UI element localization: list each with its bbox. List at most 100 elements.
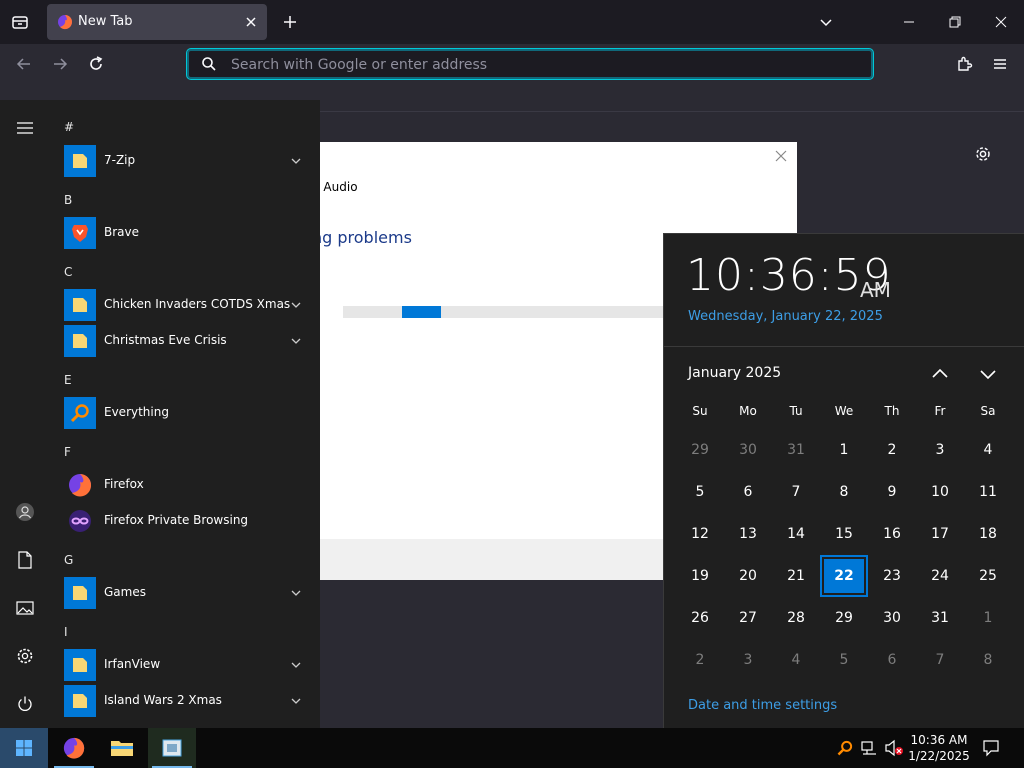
hamburger-icon[interactable] xyxy=(12,115,38,141)
chevron-down-icon[interactable] xyxy=(290,335,302,347)
volume-muted-icon[interactable] xyxy=(884,739,904,761)
group-header[interactable]: E xyxy=(64,373,72,387)
calendar-day[interactable]: 2 xyxy=(870,431,914,469)
taskbar-troubleshooter[interactable] xyxy=(148,728,196,768)
calendar-day[interactable]: 1 xyxy=(966,599,1010,637)
app-item-island-wars[interactable]: Island Wars 2 Xmas xyxy=(64,685,310,717)
calendar-day[interactable]: 25 xyxy=(966,557,1010,595)
calendar-day[interactable]: 13 xyxy=(726,515,770,553)
calendar-day[interactable]: 10 xyxy=(918,473,962,511)
action-center-icon[interactable] xyxy=(982,739,1000,761)
calendar-day[interactable]: 19 xyxy=(678,557,722,595)
calendar-day[interactable]: 29 xyxy=(678,431,722,469)
app-item-christmas-eve-crisis[interactable]: Christmas Eve Crisis xyxy=(64,325,310,357)
calendar-day[interactable]: 6 xyxy=(870,641,914,679)
group-header[interactable]: G xyxy=(64,553,73,567)
pictures-icon[interactable] xyxy=(12,595,38,621)
app-item-everything[interactable]: Everything xyxy=(64,397,310,429)
calendar-day[interactable]: 9 xyxy=(870,473,914,511)
app-menu-icon[interactable] xyxy=(986,50,1014,78)
app-item-brave[interactable]: Brave xyxy=(64,217,310,249)
list-tabs-icon[interactable] xyxy=(812,8,840,36)
tab-new-tab[interactable]: New Tab xyxy=(47,4,267,40)
calendar-day[interactable]: 15 xyxy=(822,515,866,553)
calendar-day[interactable]: 8 xyxy=(966,641,1010,679)
calendar-day[interactable]: 30 xyxy=(726,431,770,469)
calendar-day[interactable]: 8 xyxy=(822,473,866,511)
clock-date-link[interactable]: Wednesday, January 22, 2025 xyxy=(688,309,883,324)
chevron-down-icon[interactable] xyxy=(290,695,302,707)
calendar-day[interactable]: 7 xyxy=(774,473,818,511)
power-icon[interactable] xyxy=(12,691,38,717)
taskbar-file-explorer[interactable] xyxy=(98,728,146,768)
chevron-down-icon[interactable] xyxy=(290,587,302,599)
back-button[interactable] xyxy=(10,50,38,78)
group-header[interactable]: F xyxy=(64,445,71,459)
calendar-day[interactable]: 17 xyxy=(918,515,962,553)
app-item-7zip[interactable]: 7-Zip xyxy=(64,145,310,177)
chevron-down-icon[interactable] xyxy=(290,299,302,311)
app-item-games[interactable]: Games xyxy=(64,577,310,609)
close-tab-icon[interactable] xyxy=(243,14,259,34)
calendar-day[interactable]: 16 xyxy=(870,515,914,553)
group-header[interactable]: C xyxy=(64,265,72,279)
calendar-day[interactable]: 4 xyxy=(774,641,818,679)
calendar-day[interactable]: 28 xyxy=(774,599,818,637)
calendar-day-today[interactable]: 22 xyxy=(820,555,868,597)
start-button[interactable] xyxy=(0,728,48,768)
forward-button[interactable] xyxy=(46,50,74,78)
calendar-day[interactable]: 7 xyxy=(918,641,962,679)
new-tab-button[interactable] xyxy=(276,8,304,36)
address-bar[interactable] xyxy=(186,48,874,80)
restore-button[interactable] xyxy=(941,8,969,36)
taskbar-firefox[interactable] xyxy=(50,728,98,768)
calendar-day[interactable]: 26 xyxy=(678,599,722,637)
date-time-settings-link[interactable]: Date and time settings xyxy=(688,698,837,713)
chevron-down-icon[interactable] xyxy=(976,362,1000,386)
dialog-close-icon[interactable] xyxy=(774,148,788,167)
calendar-day[interactable]: 3 xyxy=(918,431,962,469)
app-item-firefox[interactable]: Firefox xyxy=(64,469,310,501)
calendar-day[interactable]: 3 xyxy=(726,641,770,679)
calendar-month-label[interactable]: January 2025 xyxy=(688,365,781,381)
calendar-day[interactable]: 30 xyxy=(870,599,914,637)
page-settings-icon[interactable] xyxy=(969,140,997,168)
calendar-day[interactable]: 5 xyxy=(678,473,722,511)
settings-gear-icon[interactable] xyxy=(12,643,38,669)
calendar-day[interactable]: 21 xyxy=(774,557,818,595)
group-header[interactable]: I xyxy=(64,625,68,639)
group-header[interactable]: # xyxy=(64,120,74,134)
calendar-day[interactable]: 20 xyxy=(726,557,770,595)
app-item-irfanview[interactable]: IrfanView xyxy=(64,649,310,681)
calendar-day[interactable]: 23 xyxy=(870,557,914,595)
app-item-firefox-private[interactable]: Firefox Private Browsing xyxy=(64,505,310,537)
taskbar-clock[interactable]: 10:36 AM 1/22/2025 xyxy=(906,732,972,764)
extensions-icon[interactable] xyxy=(950,50,978,78)
chevron-down-icon[interactable] xyxy=(290,659,302,671)
reload-button[interactable] xyxy=(82,50,110,78)
everything-tray-icon[interactable] xyxy=(836,739,854,761)
calendar-day[interactable]: 14 xyxy=(774,515,818,553)
calendar-day[interactable]: 18 xyxy=(966,515,1010,553)
calendar-day[interactable]: 2 xyxy=(678,641,722,679)
calendar-day[interactable]: 11 xyxy=(966,473,1010,511)
tab-overview-icon[interactable] xyxy=(6,8,34,36)
calendar-day[interactable]: 31 xyxy=(918,599,962,637)
calendar-day[interactable]: 6 xyxy=(726,473,770,511)
calendar-day[interactable]: 27 xyxy=(726,599,770,637)
calendar-day[interactable]: 5 xyxy=(822,641,866,679)
calendar-day[interactable]: 12 xyxy=(678,515,722,553)
minimize-button[interactable] xyxy=(895,8,923,36)
app-item-chicken-invaders[interactable]: Chicken Invaders COTDS Xmas xyxy=(64,289,310,321)
calendar-day[interactable]: 31 xyxy=(774,431,818,469)
calendar-day[interactable]: 1 xyxy=(822,431,866,469)
chevron-up-icon[interactable] xyxy=(928,362,952,386)
group-header[interactable]: B xyxy=(64,193,72,207)
search-input[interactable] xyxy=(231,55,831,75)
calendar-day[interactable]: 4 xyxy=(966,431,1010,469)
chevron-down-icon[interactable] xyxy=(290,155,302,167)
calendar-day[interactable]: 29 xyxy=(822,599,866,637)
user-avatar-icon[interactable] xyxy=(12,499,38,525)
close-window-button[interactable] xyxy=(987,8,1015,36)
documents-icon[interactable] xyxy=(12,547,38,573)
